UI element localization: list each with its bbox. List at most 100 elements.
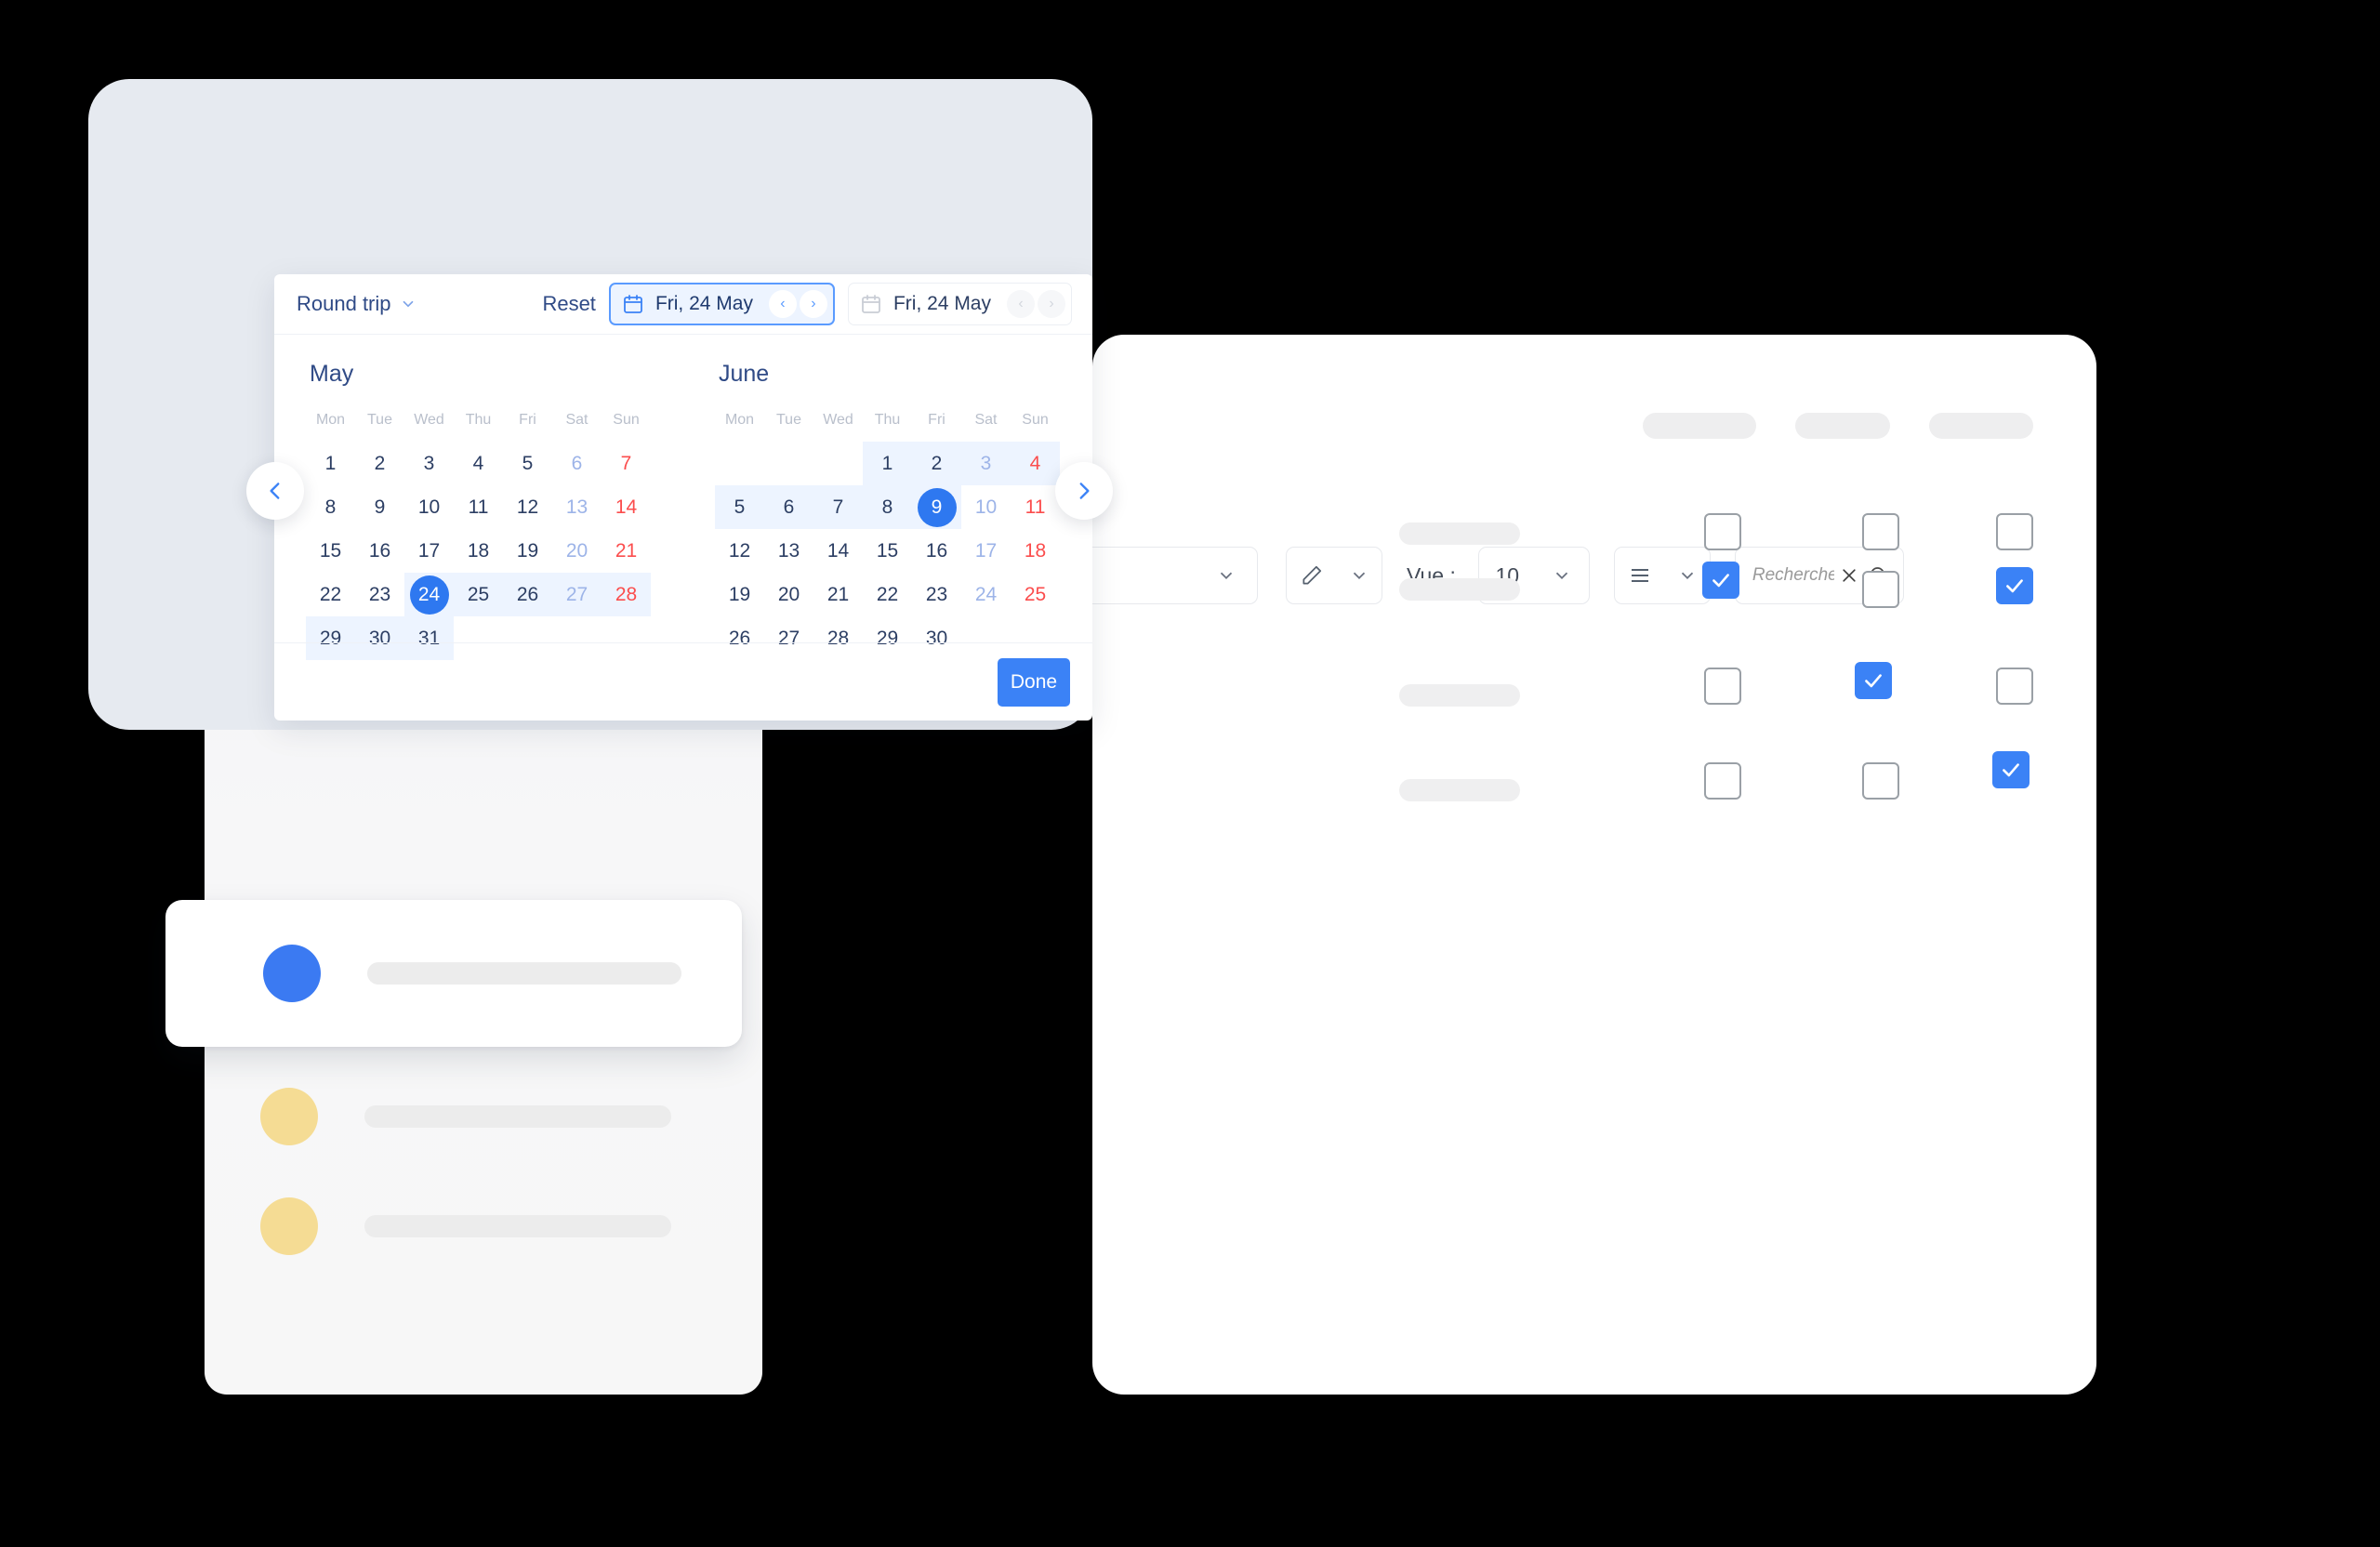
calendar-day-cell[interactable]: 8 <box>863 485 912 529</box>
chevron-left-icon <box>270 483 280 499</box>
calendar-day-cell[interactable]: 21 <box>813 573 863 616</box>
calendar-day-cell[interactable]: 17 <box>404 529 454 573</box>
end-date-field[interactable]: Fri, 24 May ‹ › <box>847 283 1072 325</box>
search-input[interactable] <box>1750 564 1836 587</box>
table-row[interactable] <box>1862 762 1899 800</box>
calendar-day-cell[interactable]: 27 <box>552 573 602 616</box>
calendar-day-cell[interactable]: 18 <box>1011 529 1060 573</box>
calendar-day-cell[interactable]: 22 <box>863 573 912 616</box>
calendar-day-cell[interactable]: 5 <box>503 442 552 485</box>
calendar-day-cell[interactable]: 25 <box>454 573 503 616</box>
calendar-day-cell[interactable]: 4 <box>1011 442 1060 485</box>
calendar-day-cell[interactable]: 6 <box>764 485 813 529</box>
calendar-day-cell[interactable]: 15 <box>863 529 912 573</box>
calendar-day-cell[interactable]: 23 <box>355 573 404 616</box>
calendar-day-cell[interactable]: 12 <box>503 485 552 529</box>
calendar-day-cell[interactable]: 11 <box>454 485 503 529</box>
calendar-day-cell[interactable]: 25 <box>1011 573 1060 616</box>
calendar-day-cell[interactable]: 28 <box>602 573 651 616</box>
next-month-button[interactable] <box>1055 462 1113 520</box>
calendar-day-cell[interactable]: 22 <box>306 573 355 616</box>
calendar-day-cell[interactable]: 16 <box>912 529 961 573</box>
calendar-day-cell[interactable]: 10 <box>961 485 1011 529</box>
calendar-day-cell[interactable]: 24 <box>404 573 454 616</box>
calendar-day-cell[interactable]: 13 <box>552 485 602 529</box>
avatar <box>260 1197 318 1255</box>
calendar-day-cell[interactable]: 19 <box>503 529 552 573</box>
calendar-day-cell[interactable]: 21 <box>602 529 651 573</box>
calendar-week-row: 22 23 24 25 26 27 28 <box>306 573 652 616</box>
weekday-label: Sat <box>974 412 998 428</box>
calendar-day-cell[interactable]: 8 <box>306 485 355 529</box>
calendar-day-cell[interactable]: 10 <box>404 485 454 529</box>
calendar-day-cell[interactable]: 14 <box>602 485 651 529</box>
list-item[interactable] <box>260 1088 671 1145</box>
table-row[interactable] <box>1704 668 1741 705</box>
calendar-day-cell[interactable]: 11 <box>1011 485 1060 529</box>
calendar-month: June Mon Tue Wed Thu Fri Sat Sun 1 2 3 4 5 6 7 8 9 10 11 12… <box>683 361 1092 660</box>
edit-mode-select[interactable] <box>1286 547 1382 604</box>
calendar-day-cell[interactable]: 16 <box>355 529 404 573</box>
table-row[interactable] <box>1862 513 1899 550</box>
column-header-placeholder <box>1643 413 1756 439</box>
calendar-day-cell[interactable]: 17 <box>961 529 1011 573</box>
month-title: May <box>310 361 354 387</box>
calendar-day-number: 9 <box>931 496 943 518</box>
calendar-day-cell[interactable]: 18 <box>454 529 503 573</box>
month-title: June <box>719 361 770 387</box>
table-row-label-placeholder <box>1399 779 1520 801</box>
start-date-field[interactable]: Fri, 24 May ‹ › <box>608 283 835 325</box>
table-row[interactable] <box>1862 571 1899 608</box>
calendar-day-cell[interactable]: 9 <box>355 485 404 529</box>
calendar-day-cell[interactable]: 12 <box>715 529 764 573</box>
trip-type-label: Round trip <box>297 292 391 315</box>
weekday-label: Fri <box>519 412 536 428</box>
end-date-next-button[interactable]: › <box>1038 290 1065 318</box>
list-item-selected[interactable] <box>165 900 742 1047</box>
calendar-day-cell[interactable]: 6 <box>552 442 602 485</box>
date-picker-shell: Round trip Reset Fri, 24 May ‹ › Fri, 24… <box>88 79 1113 730</box>
close-icon[interactable] <box>1840 566 1858 585</box>
calendar-day-cell[interactable]: 2 <box>912 442 961 485</box>
calendar-day-cell[interactable]: 9 <box>912 485 961 529</box>
calendar-day-cell[interactable]: 26 <box>503 573 552 616</box>
trip-type-select[interactable]: Round trip <box>297 292 416 316</box>
calendar-day-cell[interactable]: 15 <box>306 529 355 573</box>
done-button[interactable]: Done <box>998 657 1070 707</box>
reset-button[interactable]: Reset <box>542 292 595 316</box>
table-row[interactable] <box>1855 662 1892 699</box>
calendar-day-cell[interactable]: 7 <box>602 442 651 485</box>
table-row-label-placeholder <box>1399 684 1520 707</box>
calendar-day-cell[interactable]: 1 <box>863 442 912 485</box>
calendar-day-cell[interactable]: 23 <box>912 573 961 616</box>
table-row[interactable] <box>1996 513 2033 550</box>
calendar-day-cell[interactable]: 24 <box>961 573 1011 616</box>
start-date-next-button[interactable]: › <box>799 290 827 318</box>
prev-month-button[interactable] <box>246 462 304 520</box>
calendar-day-cell[interactable]: 20 <box>764 573 813 616</box>
calendar-day-cell[interactable]: 20 <box>552 529 602 573</box>
table-row[interactable] <box>1992 751 2030 788</box>
calendar-day-cell[interactable]: 2 <box>355 442 404 485</box>
table-row[interactable] <box>1704 513 1741 550</box>
table-row[interactable] <box>1996 668 2033 705</box>
calendar-day-cell[interactable]: 13 <box>764 529 813 573</box>
calendar-day-cell[interactable]: 3 <box>961 442 1011 485</box>
calendar-day-cell[interactable]: 4 <box>454 442 503 485</box>
calendar-day-cell[interactable]: 1 <box>306 442 355 485</box>
list-item[interactable] <box>260 1197 671 1255</box>
calendar-day-cell[interactable]: 5 <box>715 485 764 529</box>
end-date-value: Fri, 24 May <box>892 293 991 314</box>
start-date-prev-button[interactable]: ‹ <box>768 290 797 318</box>
weekday-label: Mon <box>315 412 346 428</box>
calendar-day-cell[interactable]: 19 <box>715 573 764 616</box>
date-picker-card: Round trip Reset Fri, 24 May ‹ › Fri, 24… <box>274 274 1092 721</box>
density-select[interactable] <box>1613 547 1711 604</box>
calendar-day-cell[interactable]: 7 <box>813 485 863 529</box>
table-row[interactable] <box>1996 567 2033 604</box>
end-date-prev-button[interactable]: ‹ <box>1007 290 1035 318</box>
table-row[interactable] <box>1702 562 1739 599</box>
calendar-day-cell[interactable]: 14 <box>813 529 863 573</box>
table-row[interactable] <box>1704 762 1741 800</box>
calendar-day-cell[interactable]: 3 <box>404 442 454 485</box>
